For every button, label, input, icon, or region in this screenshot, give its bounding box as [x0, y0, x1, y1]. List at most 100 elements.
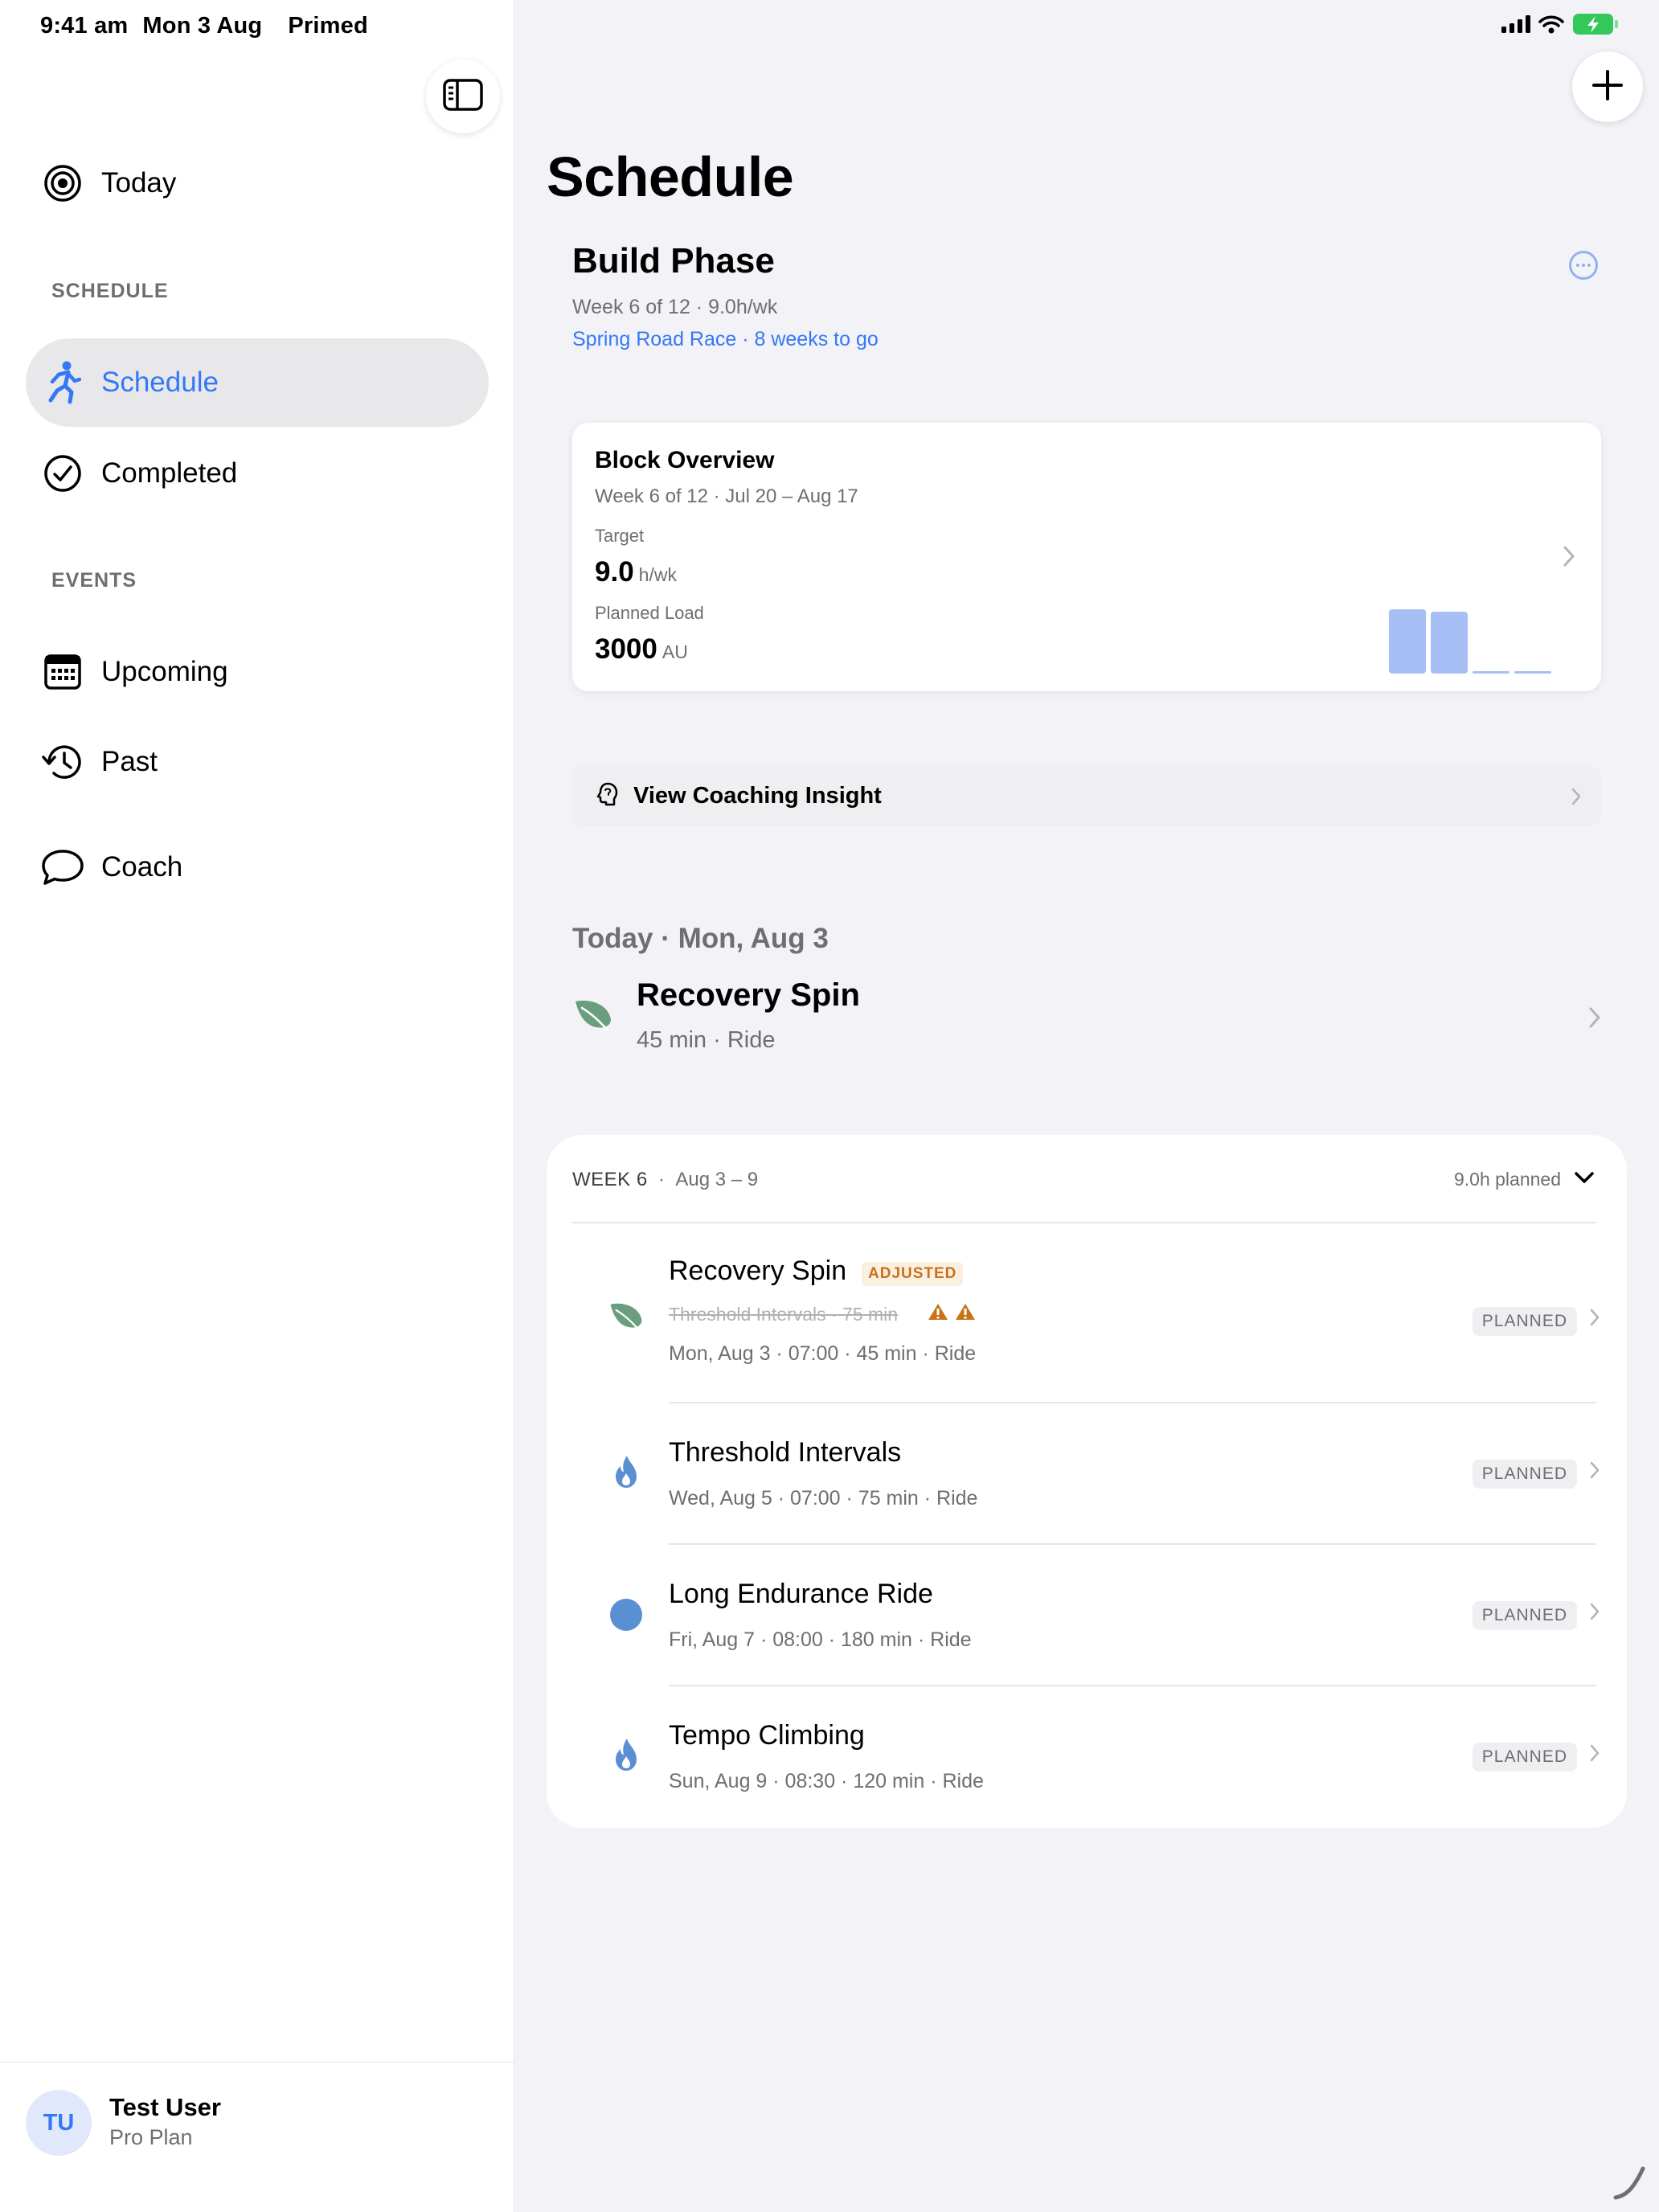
checkmark-circle-icon	[40, 451, 85, 496]
phase-title: Build Phase	[572, 241, 775, 281]
ellipsis-dot	[1587, 264, 1591, 267]
calendar-icon	[40, 649, 85, 694]
profile-plan: Pro Plan	[109, 2125, 193, 2149]
workout-meta: Sun, Aug 9 · 08:30 · 120 min · Ride	[669, 1770, 984, 1792]
sidebar-item-upcoming[interactable]: Upcoming	[26, 628, 489, 716]
sidebar-toggle-button[interactable]	[426, 59, 500, 133]
block-overview-subtitle: Week 6 of 12 · Jul 20 – Aug 17	[595, 485, 858, 507]
sidebar-icon	[442, 78, 484, 116]
flame-icon	[608, 1453, 645, 1490]
workout-row[interactable]: Tempo Climbing Sun, Aug 9 · 08:30 · 120 …	[547, 1686, 1627, 1828]
warning-icon	[928, 1302, 948, 1325]
workout-title: Recovery Spin	[669, 1256, 847, 1286]
chevron-right-icon	[1563, 545, 1575, 571]
avatar[interactable]: TU	[26, 2090, 92, 2156]
target-value: 9.0 h/wk	[595, 556, 677, 588]
sidebar-item-today[interactable]: Today	[26, 139, 489, 227]
flame-icon	[608, 1736, 645, 1773]
target-icon	[40, 161, 85, 206]
runner-icon	[40, 360, 85, 405]
load-bar	[1389, 609, 1426, 674]
workout-title: Tempo Climbing	[669, 1720, 865, 1751]
chevron-right-icon	[1590, 1603, 1600, 1624]
load-bar	[1473, 671, 1509, 674]
chevron-right-icon	[1590, 1461, 1600, 1483]
home-indicator-icon	[1611, 2162, 1651, 2206]
workout-meta: Fri, Aug 7 · 08:00 · 180 min · Ride	[669, 1628, 972, 1651]
race-link[interactable]: Spring Road Race · 8 weeks to go	[572, 328, 879, 351]
sidebar-item-label: Today	[101, 167, 177, 199]
week-header: WEEK 6 · Aug 3 – 9	[572, 1169, 759, 1190]
section-header-events: EVENTS	[51, 569, 137, 592]
leaf-icon	[608, 1297, 645, 1334]
status-badge: PLANNED	[1472, 1743, 1577, 1772]
workout-row[interactable]: Threshold Intervals Wed, Aug 5 · 07:00 ·…	[547, 1403, 1627, 1545]
status-bar-right	[1501, 13, 1619, 39]
chevron-right-icon	[1590, 1744, 1600, 1766]
sidebar: 9:41 am Mon 3 Aug Primed Today SCHEDULE Sc…	[0, 0, 514, 2212]
workout-title: Threshold Intervals	[669, 1437, 902, 1468]
load-bar	[1431, 612, 1468, 674]
workout-meta: Wed, Aug 5 · 07:00 · 75 min · Ride	[669, 1487, 978, 1509]
load-bar	[1514, 671, 1551, 674]
sidebar-item-schedule[interactable]: Schedule	[26, 338, 489, 427]
week-label: WEEK 6	[572, 1169, 648, 1190]
sidebar-item-label: Past	[101, 746, 158, 777]
chat-bubble-icon	[40, 845, 85, 890]
ellipsis-icon	[1576, 264, 1579, 267]
week-card: WEEK 6 · Aug 3 – 9 9.0h planned Recovery…	[547, 1135, 1627, 1828]
coaching-insight-label: View Coaching Insight	[633, 782, 882, 809]
status-badge: PLANNED	[1472, 1601, 1577, 1630]
week-planned-hours: 9.0h planned	[1453, 1169, 1561, 1190]
status-time: 9:41 am	[40, 13, 129, 39]
more-options-button[interactable]	[1569, 251, 1598, 280]
weekly-load-chart	[1389, 604, 1553, 674]
today-workout-title: Recovery Spin	[637, 977, 860, 1013]
chevron-right-icon	[1588, 1006, 1601, 1033]
target-unit: h/wk	[638, 564, 677, 585]
status-badge: PLANNED	[1472, 1460, 1577, 1489]
target-label: Target	[595, 526, 645, 546]
load-value: 3000 AU	[595, 633, 688, 666]
load-label: Planned Load	[595, 603, 704, 623]
status-bar-left: 9:41 am Mon 3 Aug Primed	[40, 13, 383, 39]
profile-name[interactable]: Test User	[109, 2093, 221, 2122]
workout-title: Long Endurance Ride	[669, 1579, 933, 1609]
sidebar-item-coach[interactable]: Coach	[26, 823, 489, 911]
sidebar-item-label: Completed	[101, 457, 238, 489]
status-date: Mon 3 Aug	[142, 13, 263, 39]
adjusted-badge: ADJUSTED	[862, 1262, 964, 1286]
sidebar-item-label: Upcoming	[101, 656, 228, 687]
status-badge: PLANNED	[1472, 1307, 1577, 1336]
today-workout-meta: 45 min · Ride	[637, 1027, 776, 1053]
circle-icon	[608, 1596, 645, 1633]
chevron-right-icon	[1571, 788, 1581, 809]
app-name: Primed	[288, 13, 368, 39]
plus-icon	[1591, 69, 1624, 105]
block-overview-title: Block Overview	[595, 447, 775, 473]
workout-row[interactable]: Recovery Spin ADJUSTED Threshold Interva…	[547, 1222, 1627, 1403]
section-header-schedule: SCHEDULE	[51, 280, 169, 302]
warning-icon	[955, 1302, 976, 1325]
cellular-signal-icon	[1501, 14, 1530, 38]
load-number: 3000	[595, 633, 657, 665]
ellipsis-dot	[1582, 264, 1585, 267]
history-icon	[40, 739, 85, 784]
original-workout: Threshold Intervals · 75 min	[669, 1304, 899, 1325]
add-button[interactable]	[1572, 51, 1643, 122]
block-overview-card[interactable]: Block Overview Week 6 of 12 · Jul 20 – A…	[572, 423, 1601, 691]
head-profile-icon	[596, 781, 619, 811]
coaching-insight-button[interactable]: View Coaching Insight	[572, 765, 1601, 826]
sidebar-item-label: Schedule	[101, 367, 219, 398]
workout-meta: Mon, Aug 3 · 07:00 · 45 min · Ride	[669, 1342, 977, 1365]
week-range: Aug 3 – 9	[675, 1169, 759, 1190]
workout-row[interactable]: Long Endurance Ride Fri, Aug 7 · 08:00 ·…	[547, 1545, 1627, 1686]
sidebar-item-label: Coach	[101, 851, 183, 883]
battery-charging-icon	[1572, 13, 1619, 39]
phase-meta: Week 6 of 12 · 9.0h/wk	[572, 296, 778, 318]
page-title: Schedule	[547, 145, 794, 208]
chevron-down-icon[interactable]	[1574, 1170, 1595, 1189]
sidebar-item-past[interactable]: Past	[26, 718, 489, 806]
sidebar-item-completed[interactable]: Completed	[26, 429, 489, 518]
target-number: 9.0	[595, 556, 634, 588]
